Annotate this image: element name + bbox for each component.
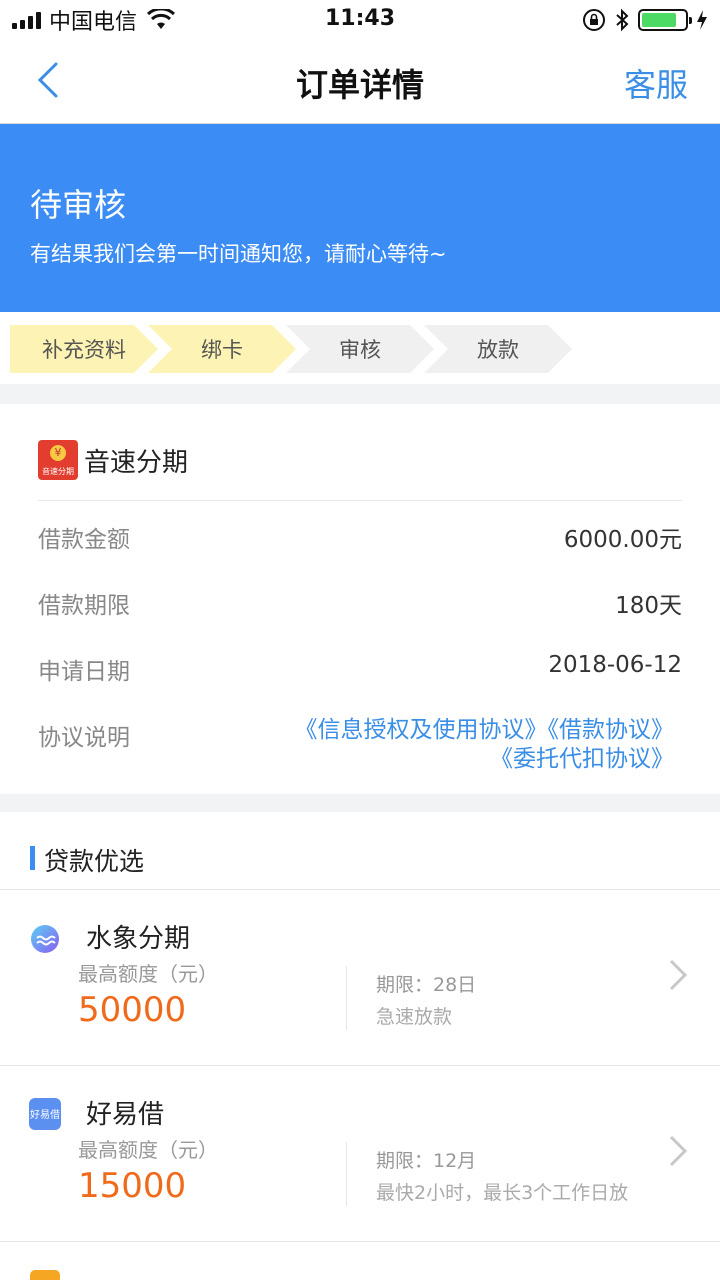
row-label: 借款期限	[38, 593, 130, 619]
yen-coin-icon: ¥	[50, 445, 66, 461]
row-label: 借款金额	[38, 527, 130, 553]
product-term: 期限：12月	[376, 1150, 477, 1172]
battery-icon	[638, 9, 692, 31]
loan-product-item[interactable]: 水象分期 最高额度（元） 50000 期限：28日 急速放款	[0, 890, 720, 1066]
product-name: 水象分期	[86, 924, 191, 954]
status-bar: 中国电信 11:43	[0, 0, 720, 40]
apply-date-row: 申请日期 2018-06-12	[38, 652, 682, 692]
product-desc: 最快2小时，最长3个工作日放	[376, 1182, 629, 1204]
step-supplement-info: 补充资料	[10, 325, 158, 373]
agreement-link-line2[interactable]: 《委托代扣协议》	[295, 745, 674, 774]
customer-service-button[interactable]: 客服	[624, 60, 688, 106]
order-status: 待审核	[30, 186, 127, 224]
chevron-right-icon	[669, 1135, 688, 1167]
section-title: 贷款优选	[44, 847, 145, 876]
haoyijie-logo-icon: 好易借	[29, 1098, 61, 1130]
step-label: 放款	[477, 338, 519, 362]
divider	[346, 966, 347, 1030]
row-value: 180天	[615, 593, 682, 619]
bluetooth-icon	[616, 8, 629, 32]
product-name: 好易借	[86, 1100, 165, 1130]
logo-text: 好易借	[30, 1109, 60, 1121]
row-label: 申请日期	[38, 659, 130, 685]
merchant-logo-icon: ¥ 音速分期	[38, 440, 78, 480]
water-drop-icon	[31, 925, 59, 953]
loan-term-row: 借款期限 180天	[38, 586, 682, 626]
agreement-links: 《信息授权及使用协议》《借款协议》 《委托代扣协议》	[295, 716, 675, 774]
status-message: 有结果我们会第一时间通知您，请耐心等待~	[30, 242, 447, 266]
step-disburse: 放款	[424, 325, 572, 373]
max-amount: 15000	[78, 1166, 187, 1206]
section-accent-bar	[30, 846, 35, 870]
max-amount: 50000	[78, 990, 187, 1030]
loan-amount-row: 借款金额 6000.00元	[38, 520, 682, 560]
row-label: 协议说明	[38, 725, 130, 751]
progress-steps: 补充资料 绑卡 审核 放款	[0, 312, 720, 384]
chevron-right-icon	[669, 959, 688, 991]
divider	[38, 500, 682, 501]
product-logo-icon	[30, 1270, 60, 1280]
row-value: 2018-06-12	[548, 652, 682, 678]
status-banner: 待审核 有结果我们会第一时间通知您，请耐心等待~	[0, 124, 720, 312]
merchant-name: 音速分期	[84, 447, 189, 478]
step-review: 审核	[286, 325, 434, 373]
loan-product-item-partial[interactable]	[0, 1242, 720, 1280]
section-header: 贷款优选	[0, 812, 720, 890]
navigation-bar: 订单详情 客服	[0, 40, 720, 124]
merchant-header: ¥ 音速分期 音速分期	[38, 440, 188, 480]
loan-product-item[interactable]: 好易借 好易借 最高额度（元） 15000 期限：12月 最快2小时，最长3个工…	[0, 1066, 720, 1242]
step-label: 补充资料	[42, 338, 126, 362]
divider	[346, 1142, 347, 1206]
recommended-loans: 贷款优选 水象分期 最高额度（元） 50000 期限：28日 急速放款 好易借 …	[0, 812, 720, 1280]
agreement-link-line1[interactable]: 《信息授权及使用协议》《借款协议》	[295, 716, 675, 745]
step-label: 审核	[339, 338, 381, 362]
charging-icon	[697, 10, 707, 30]
product-desc: 急速放款	[376, 1006, 453, 1028]
rotation-lock-icon	[583, 9, 605, 31]
merchant-logo-text: 音速分期	[42, 467, 74, 476]
step-label: 绑卡	[201, 338, 243, 362]
order-details-card: ¥ 音速分期 音速分期 借款金额 6000.00元 借款期限 180天 申请日期…	[0, 404, 720, 794]
status-right	[582, 6, 708, 34]
product-term: 期限：28日	[376, 974, 477, 996]
page-title: 订单详情	[295, 66, 424, 104]
step-bind-card: 绑卡	[148, 325, 296, 373]
limit-label: 最高额度（元）	[78, 1138, 218, 1162]
limit-label: 最高额度（元）	[78, 962, 218, 986]
row-value: 6000.00元	[563, 527, 682, 553]
